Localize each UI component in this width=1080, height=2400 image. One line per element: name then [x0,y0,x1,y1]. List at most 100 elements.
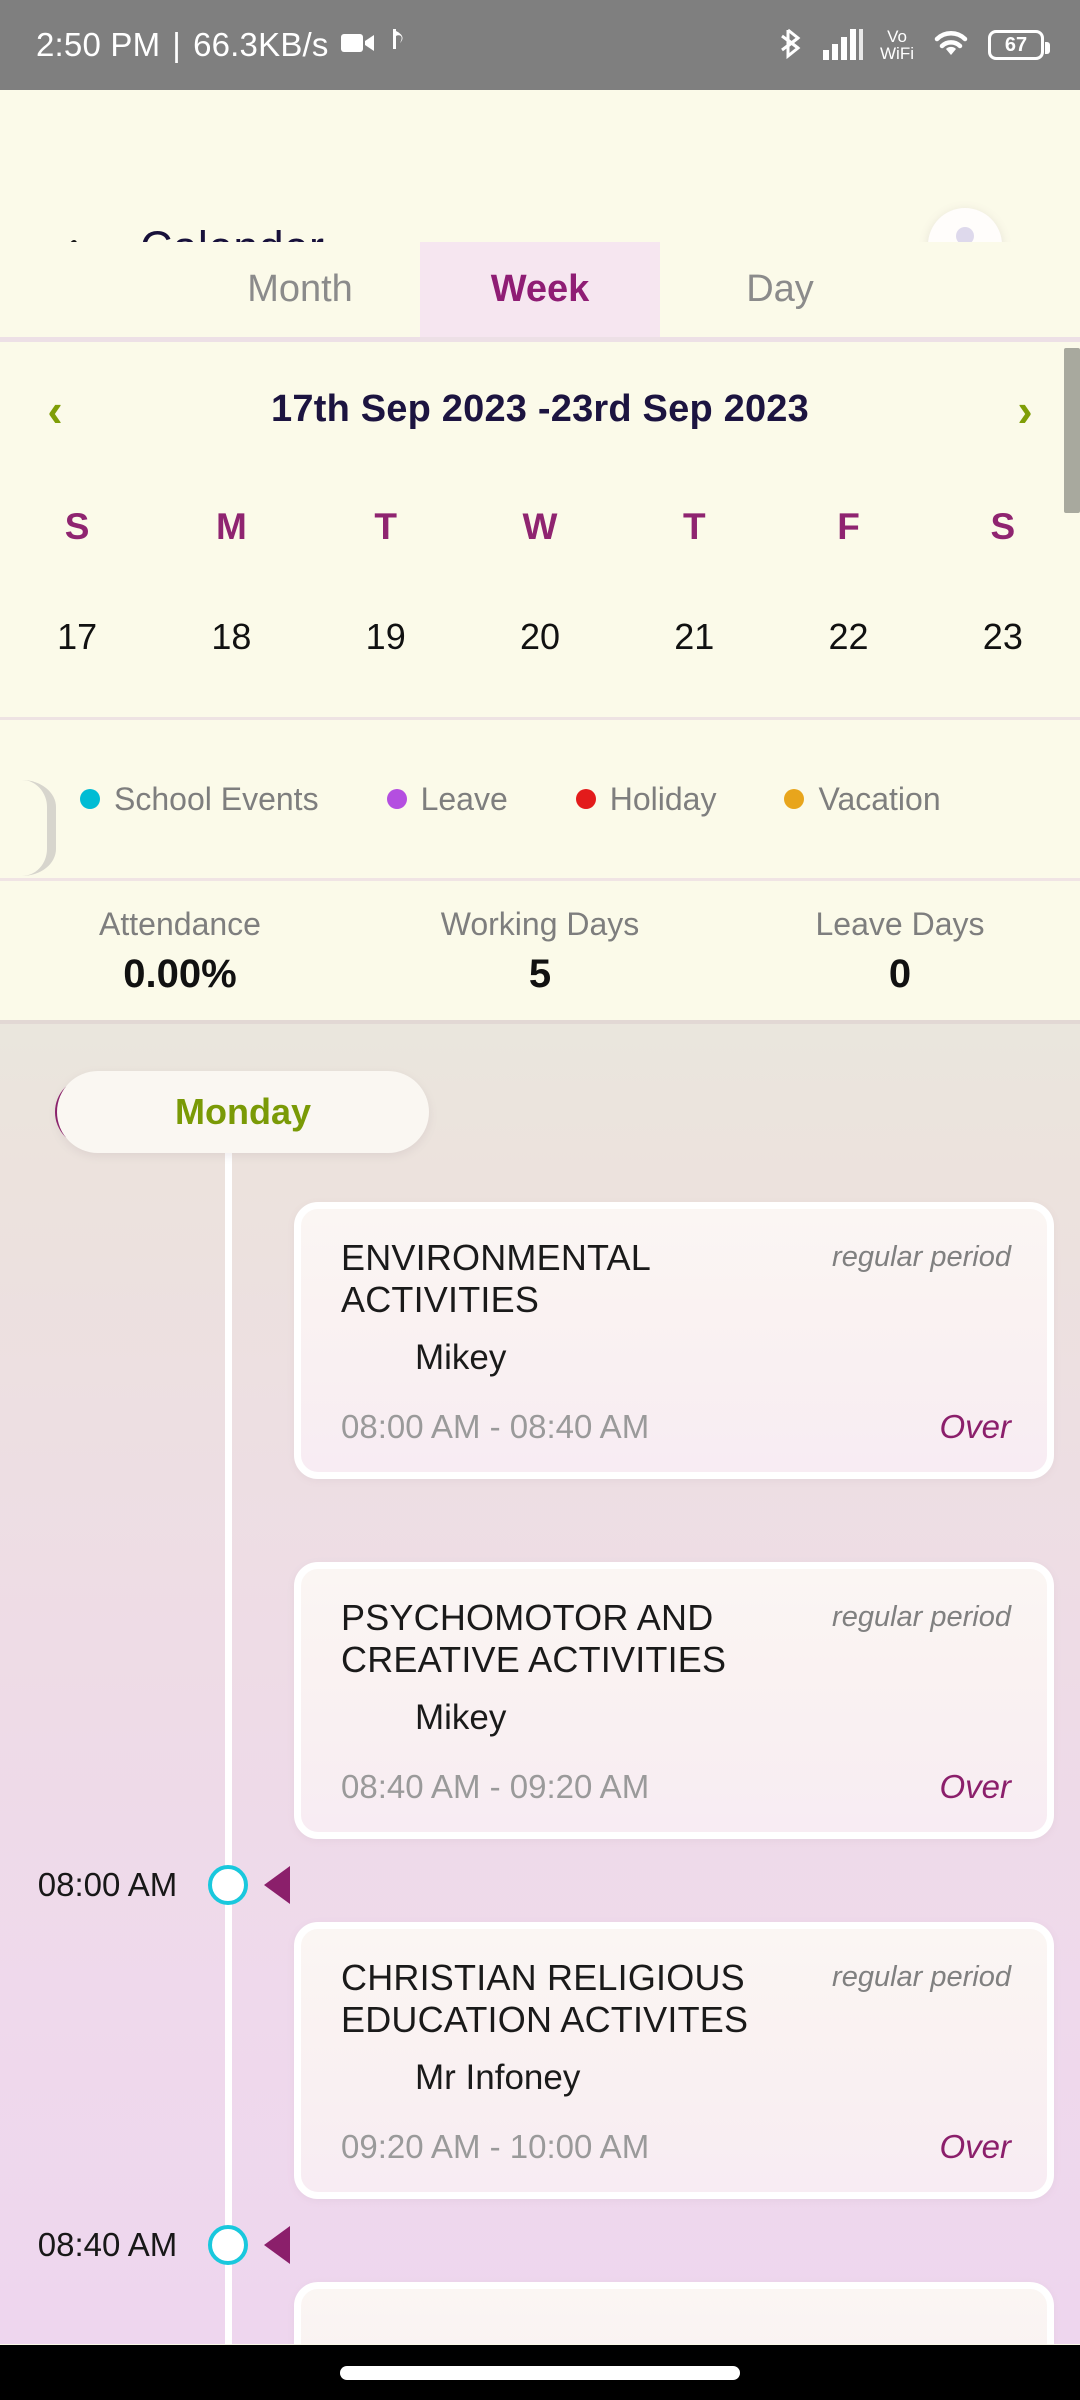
event-time-range: 08:40 AM - 09:20 AM [341,1767,650,1805]
chevron-left-icon[interactable]: ‹ [0,383,110,437]
app-header: Calender Yula Eunice [0,90,1080,325]
event-teacher: Mikey [415,1697,507,1737]
tab-week[interactable]: Week [420,242,660,337]
day-initial-3: W [522,506,558,547]
day-initials-row: S M T W T F S [0,472,1080,582]
event-kind: regular period [832,1601,1011,1633]
event-kind: regular period [832,1961,1011,1993]
event-card[interactable]: PSYCHOMOTOR AND CREATIVE ACTIVITIES regu… [294,1562,1054,1839]
time-mark-label: 08:00 AM [37,1866,178,1903]
legend-label: Holiday [609,780,717,817]
date-cell-4[interactable]: 21 [617,582,771,692]
status-bar-separator: | [172,26,182,63]
date-cell-1[interactable]: 18 [154,582,308,692]
event-status-badge: Over [939,1767,1011,1805]
date-cell-5[interactable]: 22 [771,582,925,692]
stat-label: Attendance [99,906,261,942]
date-range-row: ‹ 17th Sep 2023 -23rd Sep 2023 › [0,342,1080,477]
day-initial-0: S [64,506,90,547]
tab-day[interactable]: Day [660,242,900,337]
day-chip-label: Monday [174,1091,311,1132]
time-mark-pointer-icon [264,1866,290,1904]
time-mark-0: 08:00 AM [0,1865,300,1905]
event-time-range: 08:00 AM - 08:40 AM [341,1407,650,1445]
legend-dot-icon [784,789,805,809]
legend-item-vacation[interactable]: Vacation [784,780,941,818]
status-bar-time: 2:50 PM [36,26,161,63]
event-card[interactable]: CHRISTIAN RELIGIOUS EDUCATION ACTIVITES … [294,1922,1054,2199]
date-cell-6[interactable]: 23 [926,582,1080,692]
legend-item-holiday[interactable]: Holiday [575,780,717,818]
overscroll-glow-indicator [22,780,56,876]
event-title: ENVIRONMENTAL ACTIVITIES [341,1237,650,1321]
schedule-timeline[interactable]: Monday 08:00 AM 08:40 AM 09:20 AM ENVIRO… [0,1024,1080,2344]
day-initial-1: M [216,506,247,547]
event-time-range: 09:20 AM - 10:00 AM [341,2127,650,2165]
status-bar-left: 2:50 PM | 66.3KB/s [36,26,409,64]
event-card[interactable]: ENVIRONMENTAL ACTIVITIES regular period … [294,1202,1054,1479]
legend-item-leave[interactable]: Leave [386,780,508,818]
stat-label: Leave Days [815,906,985,942]
stats-row: Attendance 0.00% Working Days 5 Leave Da… [0,881,1080,1022]
date-numbers-row: 17 18 19 20 21 22 23 [0,582,1080,692]
time-mark-label: 08:40 AM [37,2226,178,2263]
event-footer-row: 09:20 AM - 10:00 AM Over [341,2128,1011,2166]
status-bar: 2:50 PM | 66.3KB/s Vo WiFi 67 [0,0,1080,90]
legend-label: Leave [420,780,508,817]
event-header-row: PSYCHOMOTOR AND CREATIVE ACTIVITIES regu… [341,1597,1011,1682]
video-camera-icon [340,31,375,60]
event-status-badge: Over [939,1407,1011,1445]
home-indicator[interactable] [340,2365,740,2380]
date-range-label: 17th Sep 2023 -23rd Sep 2023 [271,388,809,430]
legend-label: School Events [114,780,319,817]
legend-row: School Events Leave Holiday Vacation [0,720,1080,878]
date-cell-0[interactable]: 17 [0,582,154,692]
event-teacher: Mr Infoney [415,2057,581,2097]
event-footer-row: 08:40 AM - 09:20 AM Over [341,1768,1011,1806]
legend-label: Vacation [818,780,941,817]
phone-screen: 2:50 PM | 66.3KB/s Vo WiFi 67 Month Week… [0,0,1080,2400]
stat-label: Working Days [440,906,640,942]
stat-working-days: Working Days 5 [360,906,720,997]
time-mark-ring-icon [208,2225,248,2265]
day-chip-monday[interactable]: Monday [57,1071,429,1153]
legend-dot-icon [80,789,100,809]
vowifi-icon: Vo WiFi [880,28,914,62]
day-initial-2: T [374,506,397,547]
legend-item-school-events[interactable]: School Events [80,781,319,818]
stat-value: 0.00% [123,952,237,996]
battery-icon: 67 [988,30,1050,60]
date-cell-2[interactable]: 19 [309,582,463,692]
event-title: CHRISTIAN RELIGIOUS EDUCATION ACTIVITES [341,1957,749,2041]
event-header-row: ENVIRONMENTAL ACTIVITIES regular period [341,1237,1011,1322]
vertical-scrollbar[interactable] [1064,348,1080,513]
event-header-row: CHRISTIAN RELIGIOUS EDUCATION ACTIVITES … [341,1957,1011,2042]
timeline-axis [225,1136,232,2344]
wifi-icon [931,27,971,64]
legend-dot-icon [386,789,407,809]
view-mode-tabs: Month Week Day [0,242,1080,337]
tab-month[interactable]: Month [180,242,420,337]
date-cell-3[interactable]: 20 [463,582,617,692]
event-teacher: Mikey [415,1337,507,1377]
stat-leave-days: Leave Days 0 [720,906,1080,997]
event-status-badge: Over [939,2127,1011,2165]
legend-dot-icon [575,789,596,809]
system-navigation-bar [0,2345,1080,2400]
day-initial-5: F [837,506,860,547]
event-footer-row: 08:00 AM - 08:40 AM Over [341,1408,1011,1446]
bluetooth-icon [780,26,806,65]
time-mark-1: 08:40 AM [0,2225,300,2265]
stat-value: 5 [528,952,552,996]
battery-level-label: 67 [1004,34,1028,56]
week-strip: ‹ 17th Sep 2023 -23rd Sep 2023 › S M T W… [0,342,1080,717]
stat-attendance: Attendance 0.00% [0,906,360,997]
signal-bars-icon [823,26,864,65]
event-card-partial[interactable] [294,2282,1054,2344]
status-bar-network-speed: 66.3KB/s [193,26,329,63]
event-kind: regular period [832,1241,1011,1273]
day-initial-4: T [682,506,706,547]
day-initial-6: S [990,506,1016,547]
time-mark-pointer-icon [264,2226,290,2264]
time-mark-ring-icon [208,1865,248,1905]
